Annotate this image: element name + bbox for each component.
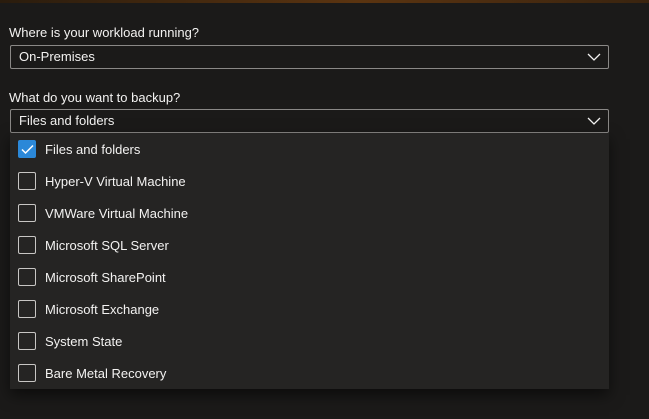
workload-dropdown[interactable]: On-Premises: [10, 45, 609, 69]
option-label: VMWare Virtual Machine: [45, 206, 189, 221]
chevron-down-icon: [587, 51, 601, 63]
checkbox[interactable]: [18, 364, 36, 382]
checkmark-icon: [21, 144, 34, 155]
option-label: Bare Metal Recovery: [45, 366, 167, 381]
checkbox[interactable]: [18, 236, 36, 254]
checkbox[interactable]: [18, 332, 36, 350]
workload-selected-value: On-Premises: [19, 49, 95, 64]
backup-label: What do you want to backup?: [9, 90, 181, 105]
backup-options-list: Files and folders Hyper-V Virtual Machin…: [10, 133, 609, 389]
backup-dropdown[interactable]: Files and folders: [10, 109, 609, 133]
option-files-and-folders[interactable]: Files and folders: [10, 134, 609, 166]
backup-goal-page: Where is your workload running? On-Premi…: [0, 0, 649, 419]
checkbox[interactable]: [18, 140, 36, 158]
checkbox[interactable]: [18, 172, 36, 190]
option-microsoft-exchange[interactable]: Microsoft Exchange: [10, 294, 609, 326]
checkbox[interactable]: [18, 204, 36, 222]
option-microsoft-sharepoint[interactable]: Microsoft SharePoint: [10, 262, 609, 294]
option-label: Hyper-V Virtual Machine: [45, 174, 186, 189]
option-microsoft-sql-server[interactable]: Microsoft SQL Server: [10, 230, 609, 262]
option-label: System State: [45, 334, 123, 349]
option-vmware-virtual-machine[interactable]: VMWare Virtual Machine: [10, 198, 609, 230]
option-hyper-v-virtual-machine[interactable]: Hyper-V Virtual Machine: [10, 166, 609, 198]
option-label: Microsoft SharePoint: [45, 270, 166, 285]
option-label: Microsoft Exchange: [45, 302, 160, 317]
backup-selected-value: Files and folders: [19, 113, 115, 128]
option-label: Files and folders: [45, 142, 141, 157]
chevron-down-icon: [587, 115, 601, 127]
top-accent-bar: [0, 0, 649, 3]
option-system-state[interactable]: System State: [10, 326, 609, 358]
checkbox[interactable]: [18, 268, 36, 286]
checkbox[interactable]: [18, 300, 36, 318]
option-bare-metal-recovery[interactable]: Bare Metal Recovery: [10, 358, 609, 390]
option-label: Microsoft SQL Server: [45, 238, 169, 253]
workload-label: Where is your workload running?: [9, 25, 200, 40]
